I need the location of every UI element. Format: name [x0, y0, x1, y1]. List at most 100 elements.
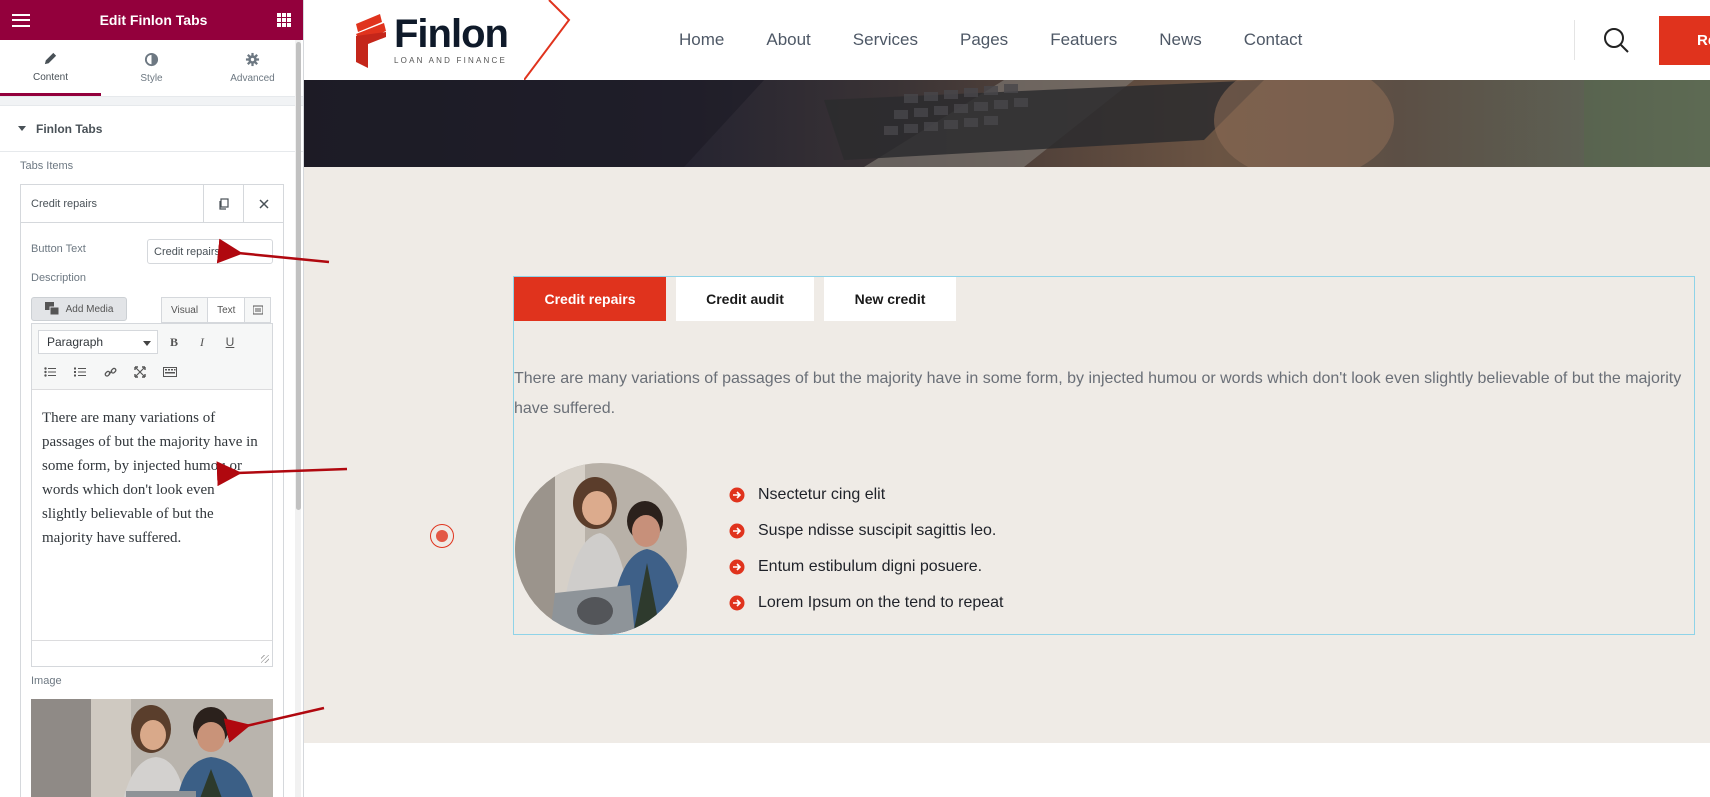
site-preview: Finlon LOAN AND FINANCE Home About Servi… [304, 0, 1710, 797]
tab-bar: Credit repairs Credit audit New credit [514, 277, 956, 321]
logo-name: Finlon [394, 11, 509, 56]
tab-advanced[interactable]: Advanced [202, 40, 303, 96]
list-item-text: Entum estibulum digni posuere. [758, 558, 983, 575]
site-logo[interactable]: Finlon LOAN AND FINANCE [354, 10, 509, 68]
add-media-button[interactable]: Add Media [31, 297, 127, 321]
tab-credit-repairs[interactable]: Credit repairs [514, 277, 666, 321]
arrow-circle-icon [729, 595, 745, 611]
bullet-list-icon [44, 367, 56, 377]
couple-photo-thumbnail [31, 699, 273, 797]
add-media-label: Add Media [65, 303, 114, 315]
elementor-panel: Edit Finlon Tabs Content Style Advanced … [0, 0, 304, 797]
chevron-down-icon [143, 341, 151, 346]
pencil-icon [44, 52, 57, 64]
underline-button[interactable]: U [218, 330, 242, 354]
navigator-marker[interactable] [430, 524, 454, 548]
site-header: Finlon LOAN AND FINANCE Home About Servi… [304, 0, 1710, 80]
logo-tagline: LOAN AND FINANCE [394, 55, 507, 65]
description-label: Description [31, 272, 87, 284]
tab-image [515, 463, 687, 635]
nav-services[interactable]: Services [853, 30, 918, 50]
main-nav: Home About Services Pages Featuers News … [679, 30, 1344, 50]
editor-statusbar [32, 640, 272, 666]
nav-news[interactable]: News [1159, 30, 1202, 50]
repeater-item-title[interactable]: Credit repairs [21, 185, 203, 222]
finlon-tabs-widget: Credit repairs Credit audit New credit T… [513, 276, 1695, 635]
fullscreen-button[interactable] [128, 360, 152, 384]
format-select-value: Paragraph [47, 335, 104, 349]
panel-scrollbar[interactable] [296, 42, 301, 510]
arrow-circle-icon [729, 559, 745, 575]
nav-contact[interactable]: Contact [1244, 30, 1303, 50]
duplicate-button[interactable] [203, 185, 243, 222]
bold-button[interactable]: B [162, 330, 186, 354]
media-icon [44, 302, 60, 316]
list-item: Entum estibulum digni posuere. [729, 549, 1003, 585]
tab-style-label: Style [140, 73, 163, 84]
nav-featuers[interactable]: Featuers [1050, 30, 1117, 50]
nav-about[interactable]: About [766, 30, 810, 50]
tab-style[interactable]: Style [101, 40, 202, 96]
header-divider [1574, 20, 1575, 60]
app-window: Edit Finlon Tabs Content Style Advanced … [0, 0, 1710, 797]
numbered-list-icon [74, 367, 86, 377]
arrow-circle-icon [729, 487, 745, 503]
header-cta-button[interactable]: Re [1659, 16, 1710, 65]
fullscreen-icon [134, 366, 146, 378]
menu-icon[interactable] [12, 13, 30, 27]
numbered-list-button[interactable] [68, 360, 92, 384]
widgets-grid-icon[interactable] [277, 13, 291, 27]
repeater-item: Credit repairs Button Text Description A… [20, 184, 284, 797]
tab-text[interactable]: Text [208, 297, 246, 323]
couple-photo [515, 463, 687, 635]
half-circle-icon [144, 52, 159, 67]
list-item-text: Lorem Ipsum on the tend to repeat [758, 594, 1004, 611]
list-item: Suspe ndisse suscipit sagittis leo. [729, 513, 1003, 549]
feature-list: Nsectetur cing elit Suspe ndisse suscipi… [729, 477, 1003, 621]
tabs-section: Credit repairs Credit audit New credit T… [304, 167, 1710, 743]
toolbar-toggle-button[interactable] [245, 297, 272, 323]
panel-header: Edit Finlon Tabs [0, 0, 303, 40]
copy-icon [218, 197, 229, 210]
list-item: Nsectetur cing elit [729, 477, 1003, 513]
repeater-item-header: Credit repairs [21, 185, 283, 223]
tabs-items-label: Tabs Items [20, 160, 74, 172]
close-icon [258, 198, 269, 209]
section-toggle-finlon-tabs[interactable]: Finlon Tabs [0, 106, 303, 152]
panel-separator [0, 97, 303, 106]
search-icon[interactable] [1601, 25, 1631, 55]
gear-icon [245, 52, 260, 67]
tab-new-credit[interactable]: New credit [824, 277, 956, 321]
tab-description: There are many variations of passages of… [514, 370, 1682, 417]
link-icon [104, 367, 116, 377]
nav-home[interactable]: Home [679, 30, 724, 50]
button-text-label: Button Text [31, 243, 86, 255]
bullet-list-button[interactable] [38, 360, 62, 384]
laptop-photo [304, 80, 1710, 167]
tab-visual[interactable]: Visual [161, 297, 209, 323]
editor-mode-tabs: Visual Text [161, 297, 272, 323]
button-text-input[interactable] [147, 239, 273, 264]
editor-toolbar: Paragraph B I U [32, 324, 272, 390]
italic-button[interactable]: I [190, 330, 214, 354]
caret-down-icon [18, 126, 26, 131]
tab-advanced-label: Advanced [230, 73, 275, 84]
kitchen-sink-icon [252, 305, 263, 315]
header-chevron-decoration [524, 0, 571, 80]
link-button[interactable] [98, 360, 122, 384]
image-label: Image [31, 675, 62, 687]
image-preview[interactable] [31, 699, 273, 797]
resize-handle-icon[interactable] [261, 655, 269, 663]
remove-button[interactable] [243, 185, 283, 222]
tab-credit-audit[interactable]: Credit audit [676, 277, 814, 321]
panel-title: Edit Finlon Tabs [99, 12, 208, 28]
nav-pages[interactable]: Pages [960, 30, 1008, 50]
toolbar-toggle-2-button[interactable] [158, 360, 182, 384]
section-title: Finlon Tabs [36, 121, 103, 136]
arrow-circle-icon [729, 523, 745, 539]
tab-content[interactable]: Content [0, 40, 101, 96]
editor-content[interactable]: There are many variations of passages of… [32, 390, 272, 640]
list-item-text: Suspe ndisse suscipit sagittis leo. [758, 522, 997, 539]
format-select[interactable]: Paragraph [38, 330, 158, 354]
list-item: Lorem Ipsum on the tend to repeat [729, 585, 1003, 621]
